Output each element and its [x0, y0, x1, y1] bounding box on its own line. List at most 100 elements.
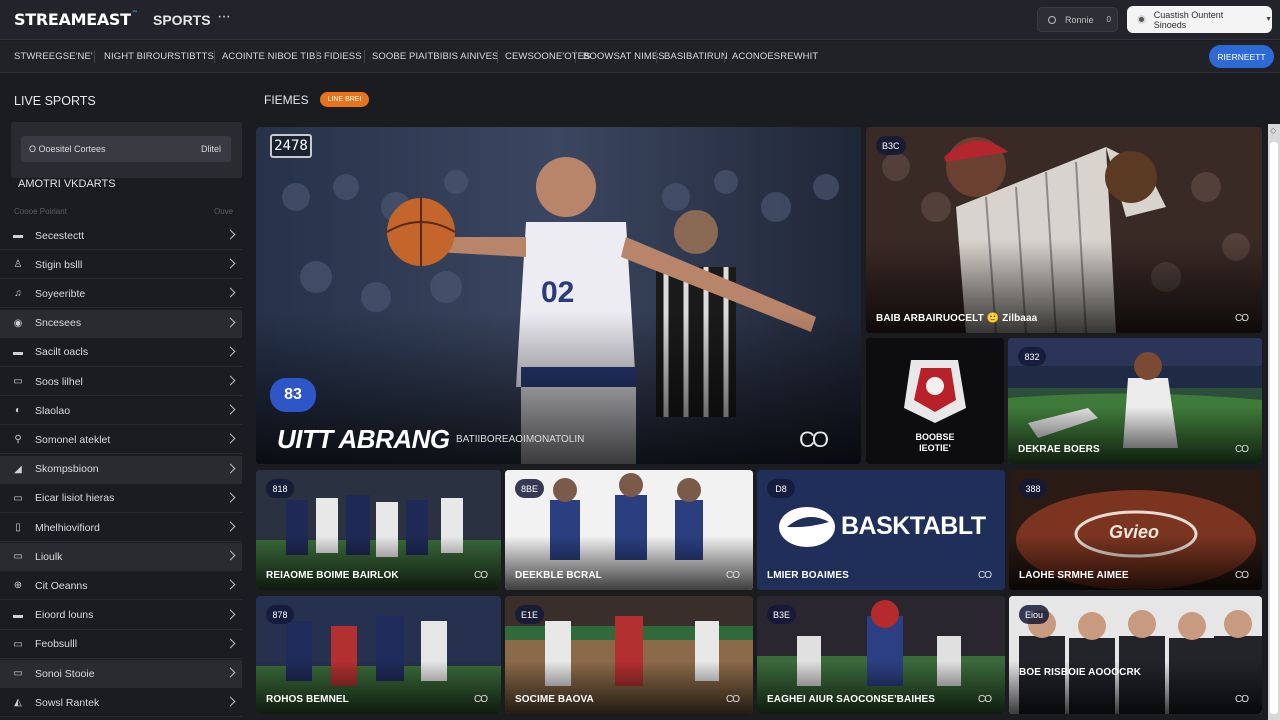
category-nav: STWREEGSE'NE' NIGHT BIROURSTIBTTS ACOINT… [0, 41, 1280, 73]
sidebar-item[interactable]: ◉ Sncesees [0, 309, 242, 338]
closed-caption-icon[interactable]: CO [1235, 444, 1249, 455]
sidebar-item-label: Soyeeribte [35, 287, 86, 300]
catnav-item[interactable]: ACONOESREWHIT [732, 51, 818, 62]
search-input[interactable]: Ronnie 0 [1037, 7, 1118, 32]
event-tag: 8BE [515, 479, 545, 498]
register-button[interactable]: RIERNEETT [1209, 45, 1274, 68]
closed-caption-icon[interactable]: CO [1235, 313, 1249, 324]
account-button[interactable]: Cuastish Ountent Sinoeds ▼ [1127, 6, 1272, 33]
event-title: ROHOS BEMNEL [266, 694, 349, 705]
event-tag: B3E [767, 605, 797, 624]
sport-icon: ▭ [13, 668, 23, 679]
catnav-item[interactable]: BASIBATIRUN [664, 51, 728, 62]
sidebar-item[interactable]: ▬ Sacilt oacls [0, 339, 242, 367]
event-overlay [256, 660, 501, 714]
sidebar-item-label: Secestectt [35, 229, 85, 242]
sidebar-item[interactable]: ▭ Lioulk [0, 543, 242, 572]
event-tag: B3C [876, 136, 906, 155]
sidebar-filter-select[interactable]: O Ooesitel Cortees Dlitel [21, 136, 231, 162]
nav-divider [214, 50, 215, 63]
sidebar-column-right: Ouve [214, 207, 234, 216]
event-card[interactable]: E1E SOCIME BAOVA CO [505, 596, 753, 714]
catnav-item[interactable]: BOOWSAT NIMBS [583, 51, 665, 62]
chevron-right-icon [225, 287, 236, 298]
sidebar-item-label: Soos lilhel [35, 375, 83, 388]
sidebar-item[interactable]: ♙ Stigin bslll [0, 251, 242, 280]
event-title: SOCIME BAOVA [515, 694, 594, 705]
nav-divider [575, 50, 576, 63]
sidebar-item[interactable]: ♫ Soyeeribte [0, 280, 242, 309]
event-card[interactable]: BASKTABLT D8 LMIER BOAIMES CO [757, 470, 1005, 590]
nav-divider [316, 50, 317, 63]
event-card[interactable]: Eiou BOE RISBOIE AOOOCRK CO [1009, 596, 1262, 714]
sidebar-item[interactable]: ◐ Slaolao [0, 397, 242, 426]
chevron-right-icon [225, 492, 236, 503]
sidebar-item[interactable]: ◢ Skompsbioon [0, 455, 242, 484]
catnav-item[interactable]: SOOBE PIAITBIBIS AINIVES [372, 51, 498, 62]
event-card[interactable]: 878 ROHOS BEMNEL CO [256, 596, 501, 714]
more-menu-icon[interactable]: ··· [217, 8, 231, 26]
sidebar-item[interactable]: ▭ Eicar lisiot hieras [0, 485, 242, 513]
sidebar-item[interactable]: ⊕ Cit Oeanns [0, 572, 242, 601]
catnav-item[interactable]: FIDIESS [324, 51, 362, 62]
scrollbar[interactable]: ◇ [1268, 124, 1280, 720]
live-badge: LINE BREI [320, 92, 369, 107]
sidebar-item-label: Feobsulll [35, 638, 78, 651]
closed-caption-icon[interactable]: CO [978, 694, 992, 705]
event-card[interactable]: 8BE DEEKBLE BCRAL CO [505, 470, 753, 590]
closed-caption-icon[interactable]: CO [726, 570, 740, 581]
event-overlay [505, 660, 753, 714]
sidebar-item[interactable]: ▭ Sonoi Stooie [0, 660, 242, 688]
event-card[interactable]: B3E EAGHEI AIUR SAOCONSE'BAIHES CO [757, 596, 1005, 714]
chevron-right-icon [225, 229, 236, 240]
closed-caption-icon[interactable]: CO [1235, 694, 1249, 705]
catnav-item[interactable]: STWREEGSE'NE' [14, 51, 93, 62]
sidebar-column-left: Coooe Poiriant [14, 207, 67, 216]
page-title: FIEMES [264, 93, 309, 107]
event-card[interactable]: BOOBSE IEOTIE' [866, 338, 1004, 464]
event-tag: Eiou [1019, 605, 1050, 624]
chevron-down-icon: ▼ [1265, 16, 1272, 23]
sidebar-item[interactable]: ⚲ Somonel ateklet [0, 426, 242, 455]
site-logo[interactable]: STREAMEAST™ [14, 10, 138, 30]
sidebar-item[interactable]: ▭ Feobsulll [0, 631, 242, 659]
closed-caption-icon[interactable]: CO [726, 694, 740, 705]
event-card[interactable]: 818 REIAOME BOIME BAIRLOK CO [256, 470, 501, 590]
catnav-item[interactable]: ACOINTE NIBOE TIBS [222, 51, 322, 62]
closed-caption-icon[interactable]: CO [799, 427, 829, 453]
sidebar-item-label: Mhelhiovifiord [35, 521, 100, 534]
sport-icon: ▭ [13, 551, 23, 563]
event-overlay [256, 536, 501, 590]
nav-divider [656, 50, 657, 63]
catnav-item[interactable]: CEWSOONE'OTES [505, 51, 590, 62]
event-tag: D8 [767, 479, 795, 498]
event-title: EAGHEI AIUR SAOCONSE'BAIHES [767, 694, 936, 705]
closed-caption-icon[interactable]: CO [474, 570, 488, 581]
sidebar-item[interactable]: ◭ Sowsl Rantek [0, 689, 242, 718]
sport-icon: ◐ [14, 405, 22, 417]
brand-sports-label[interactable]: SPORTS [153, 12, 211, 28]
nav-divider [364, 50, 365, 63]
logo-mark: ™ [131, 10, 138, 17]
scroll-up-icon[interactable]: ◇ [1270, 126, 1276, 135]
sport-icon: ▬ [13, 346, 23, 358]
scrollbar-thumb[interactable] [1270, 142, 1278, 714]
sidebar-item-label: Lioulk [35, 550, 63, 563]
event-card[interactable]: B3C BAIB ARBAIRUOCELT 🙂 Zilbaaa CO [866, 127, 1262, 333]
sidebar-item[interactable]: ▬ Secestectt [0, 222, 242, 250]
filter-action[interactable]: Dlitel [201, 144, 221, 154]
sidebar-item[interactable]: ▯ Mhelhiovifiord [0, 514, 242, 542]
event-tag: 818 [266, 479, 294, 498]
event-card[interactable]: Gvieo 388 LAOHE SRMHE AIMEE CO [1009, 470, 1262, 590]
event-card[interactable]: 832 DEKRAE BOERS CO [1008, 338, 1262, 464]
sidebar-item-label: Sonoi Stooie [35, 667, 95, 680]
closed-caption-icon[interactable]: CO [474, 694, 488, 705]
nav-divider [724, 50, 725, 63]
closed-caption-icon[interactable]: CO [1235, 570, 1249, 581]
sidebar-item[interactable]: ▭ Soos lilhel [0, 368, 242, 396]
search-clear-icon[interactable]: 0 [1107, 15, 1111, 24]
closed-caption-icon[interactable]: CO [978, 570, 992, 581]
featured-card[interactable]: 02 2478 83 UITT ABRANG BATIIBOREAOIMONAT… [256, 127, 861, 464]
sidebar-item[interactable]: ▬ Eioord louns [0, 602, 242, 630]
catnav-item[interactable]: NIGHT BIROURSTIBTTS [104, 51, 214, 62]
